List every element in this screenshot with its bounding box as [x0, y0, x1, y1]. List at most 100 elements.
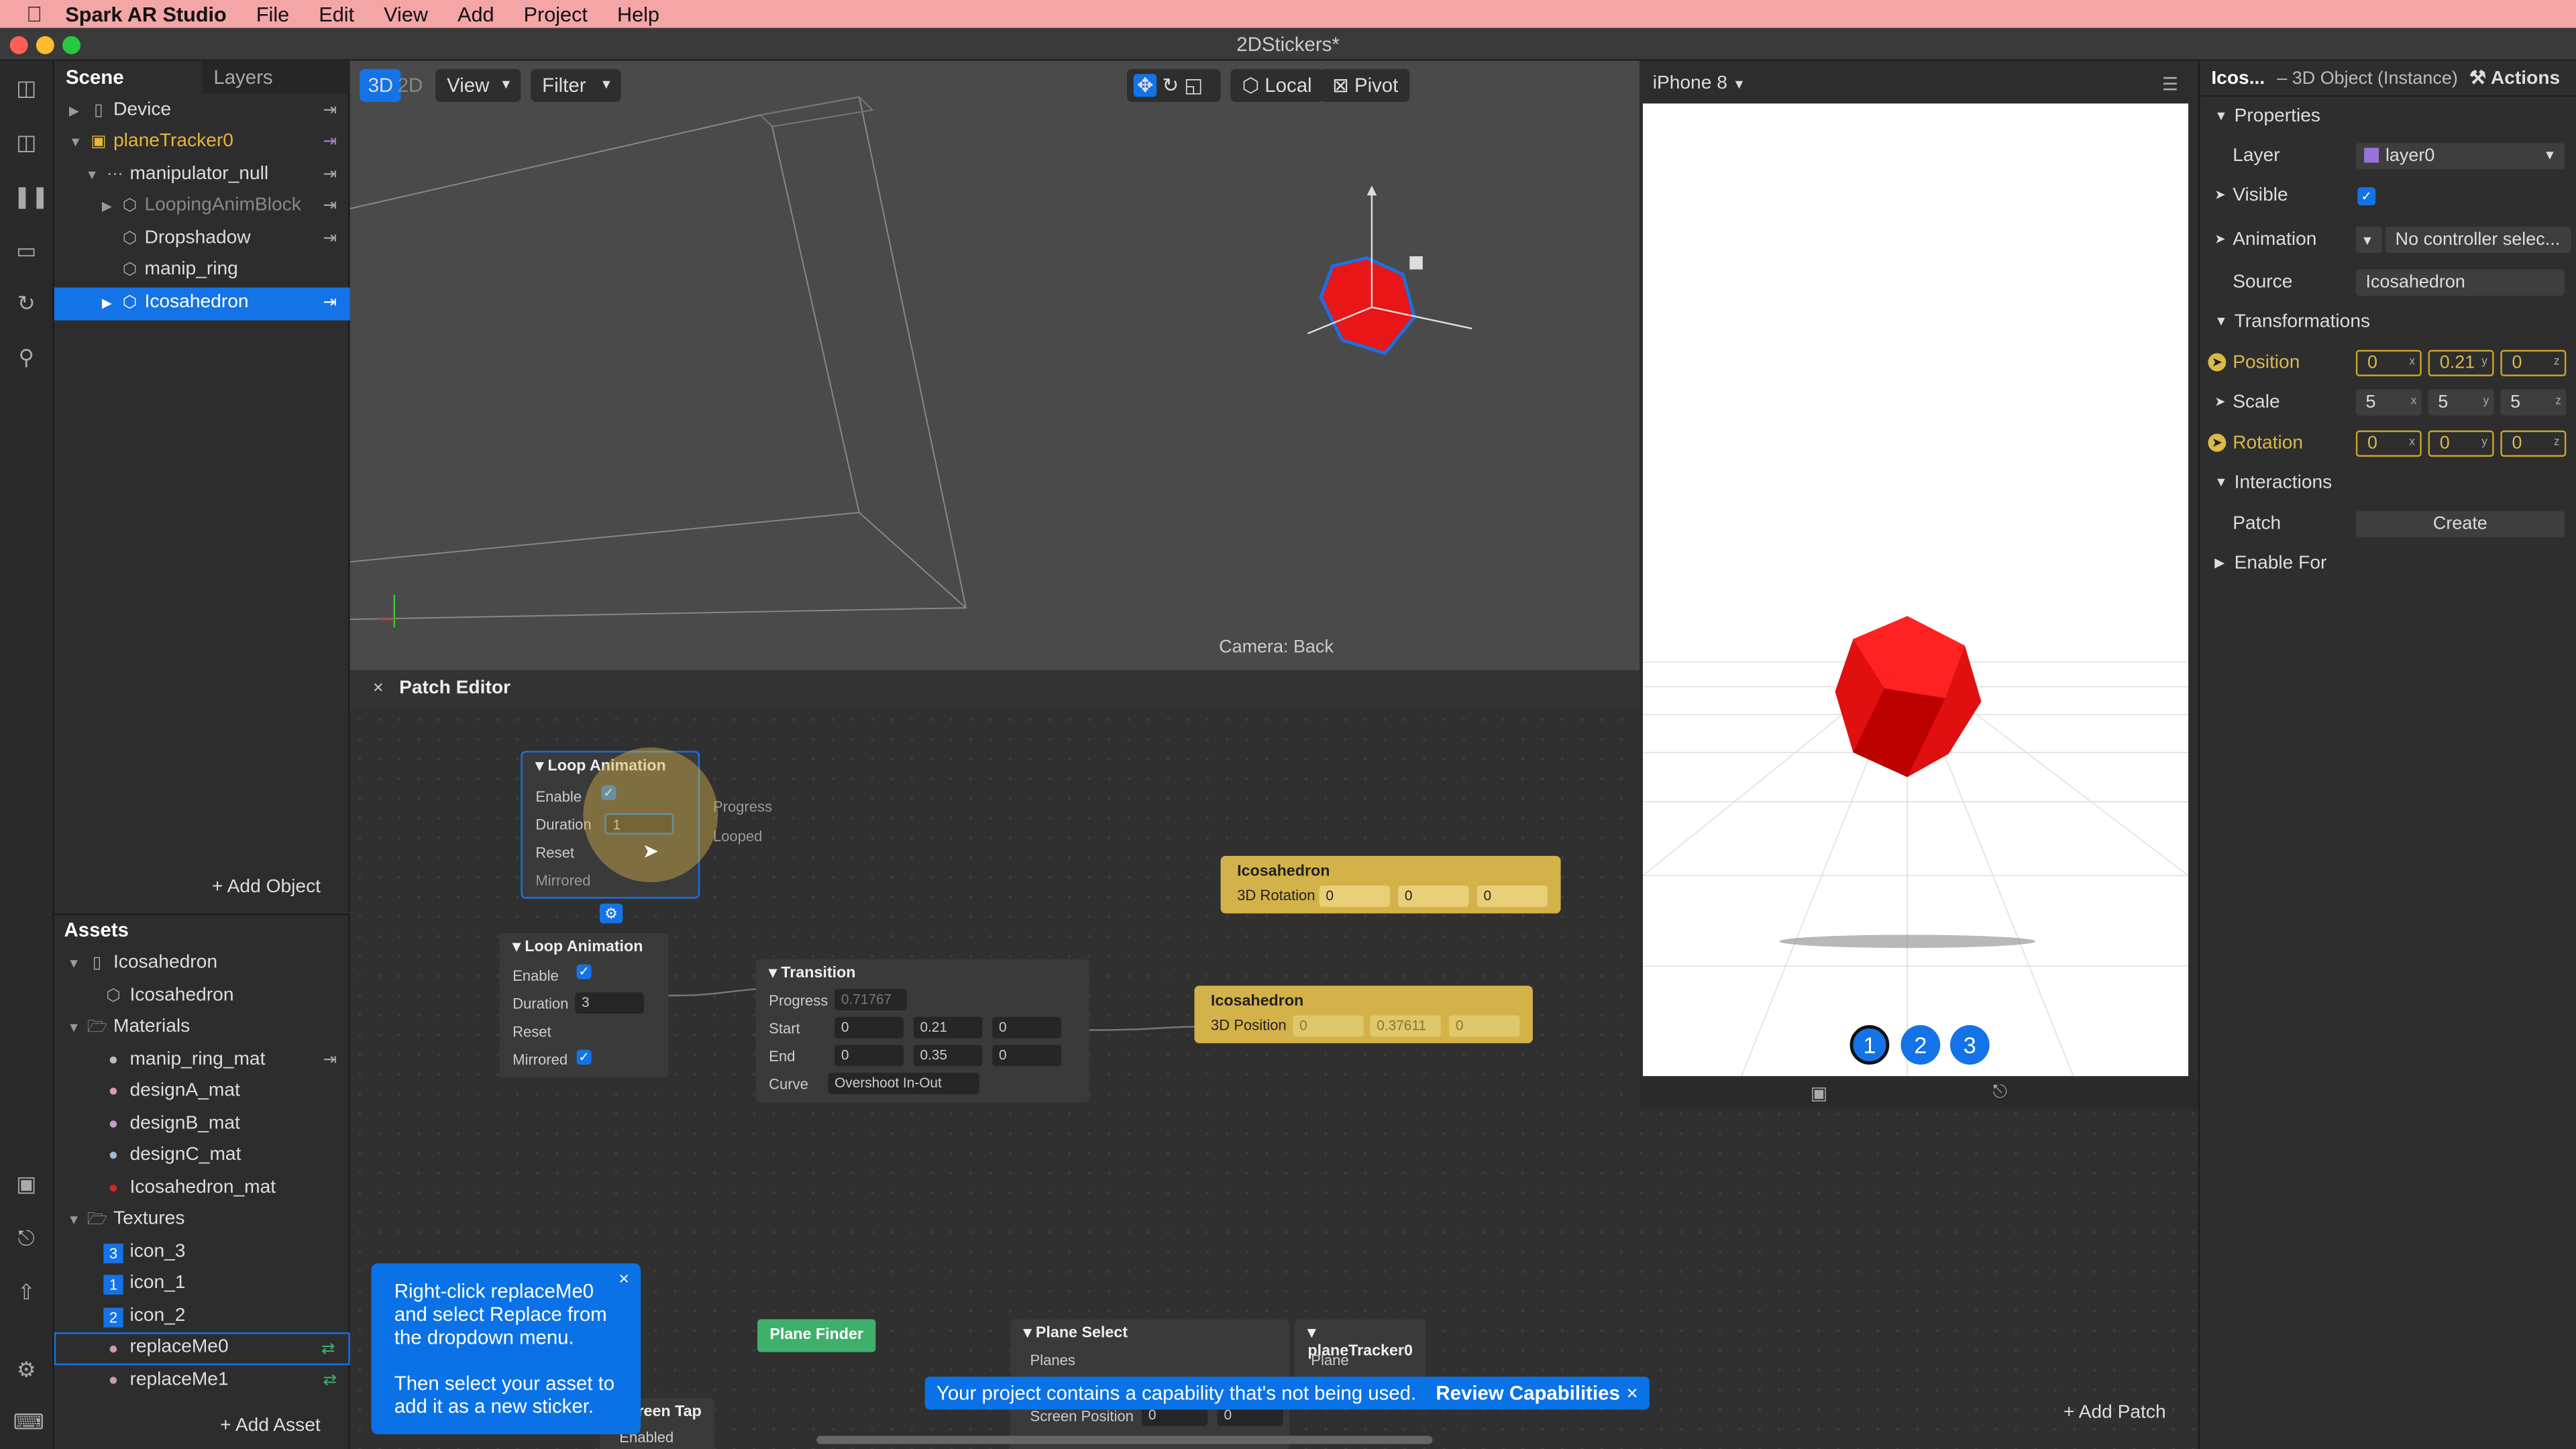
plane-finder-patch[interactable]: Plane Finder	[757, 1319, 876, 1352]
layout-icon[interactable]: ◫	[13, 76, 40, 100]
scene-item-device[interactable]: ▶ ▯ Device ⇥	[54, 95, 350, 127]
keyboard-icon[interactable]: ⌨	[13, 1410, 44, 1434]
asset-designc-mat[interactable]: ● designC_mat	[54, 1140, 350, 1173]
minimize-window-button[interactable]	[36, 36, 54, 54]
chevron-down-icon[interactable]: ▼	[85, 160, 98, 192]
asset-folder-materials[interactable]: ▼ 🗁 Materials	[54, 1012, 350, 1044]
layer-dropdown[interactable]: layer0 ▼	[2355, 143, 2565, 170]
link-icon[interactable]: ⇥	[323, 288, 337, 320]
close-window-button[interactable]	[9, 36, 28, 54]
device-dropdown[interactable]: iPhone 8 ▼	[1653, 74, 1746, 93]
patch-editor-scrollbar[interactable]	[816, 1436, 1433, 1444]
asset-designb-mat[interactable]: ● designB_mat	[54, 1109, 350, 1141]
refresh-icon[interactable]: ↻	[13, 292, 40, 315]
send-to-device-icon[interactable]: ⎋	[1993, 1083, 2007, 1104]
scale-y-input[interactable]: 5y	[2428, 389, 2494, 416]
zoom-window-button[interactable]	[62, 36, 81, 54]
scene-item-dropshadow[interactable]: ⬡ Dropshadow ⇥	[54, 223, 350, 256]
add-object-button[interactable]: + Add Object	[212, 877, 321, 897]
app-menu[interactable]: Spark AR Studio	[65, 3, 226, 25]
scene-item-looping-anim-block[interactable]: ▶ ⬡ LoopingAnimBlock ⇥	[54, 191, 350, 223]
rotation-z-input[interactable]: 0z	[2500, 430, 2567, 457]
menu-edit[interactable]: Edit	[319, 3, 354, 25]
keyframe-icon[interactable]: ➤	[2214, 220, 2225, 260]
pager-dot-2[interactable]: 2	[1900, 1025, 1941, 1065]
animation-controller-dropdown[interactable]: No controller selec...	[2385, 226, 2571, 254]
link-icon[interactable]: ⇥	[323, 160, 337, 192]
link-icon[interactable]: ⇥	[323, 95, 337, 127]
source-field[interactable]: Icosahedron	[2355, 269, 2565, 296]
gear-icon[interactable]: ⚙	[13, 1358, 40, 1381]
test-device-icon[interactable]: ⎋	[13, 1226, 40, 1250]
device-preview[interactable]: 1 2 3	[1643, 103, 2189, 1077]
section-enable-for[interactable]: ▶ Enable For	[2200, 544, 2576, 584]
menu-project[interactable]: Project	[524, 3, 588, 25]
scene-item-planetracker[interactable]: ▼ ▣ planeTracker0 ⇥	[54, 127, 350, 159]
swap-icon[interactable]: ⇄	[321, 1334, 335, 1366]
visible-checkbox[interactable]: ✓	[2357, 187, 2376, 206]
position-x-input[interactable]: 0x	[2355, 350, 2422, 376]
filter-dropdown[interactable]: Filter ▼	[531, 68, 621, 102]
keyframe-icon[interactable]: ➤	[2214, 383, 2225, 423]
viewport-3d[interactable]: 3D 2D View ▼ Filter ▼ ✥ ↻ ◱ ⬡ Local ⊠ Pivo…	[350, 60, 1640, 671]
menu-file[interactable]: File	[256, 3, 289, 25]
upload-icon[interactable]: ⇧	[13, 1281, 40, 1304]
tab-layers[interactable]: Layers	[202, 60, 350, 94]
folder-icon[interactable]: ▣	[13, 1172, 40, 1196]
asset-manip-ring-mat[interactable]: ● manip_ring_mat ⇥	[54, 1045, 350, 1077]
chevron-down-icon[interactable]: ▼	[67, 948, 80, 980]
menu-icon[interactable]: ☰	[2162, 74, 2178, 95]
asset-icon-1[interactable]: 1 icon_1	[54, 1269, 350, 1301]
rotation-y-input[interactable]: 0y	[2428, 430, 2494, 457]
section-transformations[interactable]: ▼ Transformations	[2200, 303, 2576, 342]
scene-item-manip-ring[interactable]: ⬡ manip_ring	[54, 255, 350, 287]
asset-icon-2[interactable]: 2 icon_2	[54, 1301, 350, 1334]
scale-x-input[interactable]: 5x	[2355, 389, 2422, 416]
chevron-down-icon[interactable]: ▼	[67, 1012, 80, 1044]
asset-replaceme1[interactable]: ● replaceMe1 ⇄	[54, 1365, 350, 1397]
menu-view[interactable]: View	[384, 3, 428, 25]
scene-item-manipulator-null[interactable]: ▼ ⋯ manipulator_null ⇥	[54, 160, 350, 192]
pause-icon[interactable]: ❚❚	[13, 185, 49, 209]
create-patch-button[interactable]: Create	[2355, 511, 2565, 537]
scale-icon[interactable]: ◱	[1184, 74, 1203, 97]
pager-dot-1[interactable]: 1	[1849, 1025, 1890, 1065]
position-y-input[interactable]: 0.21 y	[2428, 350, 2494, 376]
move-icon[interactable]: ✥	[1133, 74, 1157, 97]
plane-tracker-patch[interactable]: ▾ planeTracker0 Plane	[1294, 1319, 1426, 1385]
mode-2d-button[interactable]: 2D	[391, 69, 429, 102]
local-toggle[interactable]: ⬡ Local	[1230, 68, 1324, 102]
menu-add[interactable]: Add	[458, 3, 494, 25]
pivot-toggle[interactable]: ⊠ Pivot	[1320, 68, 1410, 102]
device-icon[interactable]: ▭	[13, 239, 40, 263]
apple-icon[interactable]: 	[26, 1, 42, 26]
view-dropdown[interactable]: View ▼	[435, 68, 521, 102]
section-interactions[interactable]: ▼ Interactions	[2200, 464, 2576, 503]
keyframe-icon[interactable]: ➤	[2208, 433, 2226, 452]
review-capabilities-button[interactable]: Review Capabilities	[1436, 1377, 1619, 1409]
link-icon[interactable]: ⇥	[323, 127, 337, 159]
link-icon[interactable]: ⇥	[323, 191, 337, 223]
animation-toggle[interactable]: ▼	[2355, 226, 2383, 254]
asset-icon-3[interactable]: 3 icon_3	[54, 1237, 350, 1269]
close-icon[interactable]: ×	[1627, 1377, 1638, 1409]
keyframe-icon[interactable]: ➤	[2208, 353, 2226, 372]
close-icon[interactable]: ×	[619, 1269, 629, 1291]
chevron-right-icon[interactable]: ▶	[102, 191, 112, 223]
chevron-down-icon[interactable]: ▼	[69, 127, 82, 159]
actions-button[interactable]: ⚒ Actions	[2469, 61, 2560, 97]
keyframe-icon[interactable]: ➤	[2214, 176, 2225, 215]
scale-z-input[interactable]: 5z	[2500, 389, 2567, 416]
video-icon[interactable]: ◫	[13, 131, 40, 154]
rotation-x-input[interactable]: 0x	[2355, 430, 2422, 457]
chevron-right-icon[interactable]: ▶	[102, 288, 112, 320]
asset-icosahedron-mat[interactable]: ● Icosahedron_mat	[54, 1173, 350, 1205]
swap-icon[interactable]: ⇄	[323, 1365, 337, 1397]
pager-dot-3[interactable]: 3	[1949, 1025, 1990, 1065]
asset-folder-textures[interactable]: ▼ 🗁 Textures	[54, 1204, 350, 1236]
rotate-icon[interactable]: ↻	[1162, 74, 1179, 97]
screenshot-icon[interactable]: ▣	[1811, 1083, 1827, 1104]
link-icon[interactable]: ⇥	[323, 223, 337, 256]
tab-scene[interactable]: Scene	[66, 61, 124, 94]
asset-replaceme0[interactable]: ● replaceMe0 ⇄	[54, 1332, 350, 1364]
